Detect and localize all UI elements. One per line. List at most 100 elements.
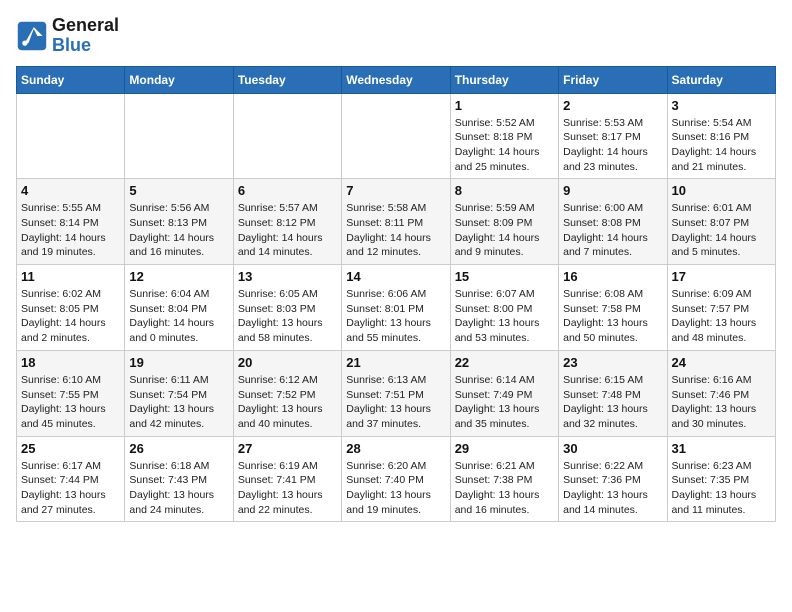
day-info: Sunrise: 6:14 AM Sunset: 7:49 PM Dayligh… <box>455 373 554 432</box>
calendar-cell: 1Sunrise: 5:52 AM Sunset: 8:18 PM Daylig… <box>450 93 558 179</box>
day-number: 17 <box>672 269 771 284</box>
day-number: 22 <box>455 355 554 370</box>
day-info: Sunrise: 6:00 AM Sunset: 8:08 PM Dayligh… <box>563 201 662 260</box>
calendar-week-5: 25Sunrise: 6:17 AM Sunset: 7:44 PM Dayli… <box>17 436 776 522</box>
calendar-cell: 11 Sunrise: 6:02 AM Sunset: 8:05 PM Dayli… <box>17 265 125 351</box>
day-info: Sunrise: 6:05 AM Sunset: 8:03 PM Dayligh… <box>238 287 337 346</box>
day-info: Sunrise: 6:09 AM Sunset: 7:57 PM Dayligh… <box>672 287 771 346</box>
day-info: Sunrise: 5:53 AM Sunset: 8:17 PM Dayligh… <box>563 116 662 175</box>
calendar-cell <box>17 93 125 179</box>
calendar-cell: 14 Sunrise: 6:06 AM Sunset: 8:01 PM Dayli… <box>342 265 450 351</box>
calendar-cell: 15 Sunrise: 6:07 AM Sunset: 8:00 PM Dayli… <box>450 265 558 351</box>
day-info: Sunrise: 6:15 AM Sunset: 7:48 PM Dayligh… <box>563 373 662 432</box>
calendar-cell: 21 Sunrise: 6:13 AM Sunset: 7:51 PM Dayli… <box>342 350 450 436</box>
col-header-saturday: Saturday <box>667 66 775 93</box>
day-info: Sunrise: 6:07 AM Sunset: 8:00 PM Dayligh… <box>455 287 554 346</box>
calendar-table: SundayMondayTuesdayWednesdayThursdayFrid… <box>16 66 776 523</box>
day-number: 16 <box>563 269 662 284</box>
day-number: 4 <box>21 183 120 198</box>
day-number: 3 <box>672 98 771 113</box>
calendar-cell: 7 Sunrise: 5:58 AM Sunset: 8:11 PM Daylig… <box>342 179 450 265</box>
day-number: 5 <box>129 183 228 198</box>
page-header: General Blue <box>16 16 776 56</box>
day-info: Sunrise: 5:57 AM Sunset: 8:12 PM Dayligh… <box>238 201 337 260</box>
col-header-sunday: Sunday <box>17 66 125 93</box>
day-info: Sunrise: 5:58 AM Sunset: 8:11 PM Dayligh… <box>346 201 445 260</box>
day-number: 8 <box>455 183 554 198</box>
calendar-cell: 16 Sunrise: 6:08 AM Sunset: 7:58 PM Dayli… <box>559 265 667 351</box>
day-info: Sunrise: 5:54 AM Sunset: 8:16 PM Dayligh… <box>672 116 771 175</box>
calendar-cell: 9 Sunrise: 6:00 AM Sunset: 8:08 PM Daylig… <box>559 179 667 265</box>
calendar-cell: 24 Sunrise: 6:16 AM Sunset: 7:46 PM Dayli… <box>667 350 775 436</box>
calendar-cell: 20Sunrise: 6:12 AM Sunset: 7:52 PM Dayli… <box>233 350 341 436</box>
logo: General Blue <box>16 16 119 56</box>
col-header-thursday: Thursday <box>450 66 558 93</box>
day-number: 30 <box>563 441 662 456</box>
day-number: 2 <box>563 98 662 113</box>
calendar-cell <box>125 93 233 179</box>
col-header-tuesday: Tuesday <box>233 66 341 93</box>
day-number: 21 <box>346 355 445 370</box>
calendar-cell: 19 Sunrise: 6:11 AM Sunset: 7:54 PM Dayli… <box>125 350 233 436</box>
calendar-cell: 27 Sunrise: 6:19 AM Sunset: 7:41 PM Dayli… <box>233 436 341 522</box>
calendar-cell: 17 Sunrise: 6:09 AM Sunset: 7:57 PM Dayli… <box>667 265 775 351</box>
day-number: 11 <box>21 269 120 284</box>
calendar-cell: 25Sunrise: 6:17 AM Sunset: 7:44 PM Dayli… <box>17 436 125 522</box>
day-info: Sunrise: 5:56 AM Sunset: 8:13 PM Dayligh… <box>129 201 228 260</box>
day-info: Sunrise: 6:04 AM Sunset: 8:04 PM Dayligh… <box>129 287 228 346</box>
day-info: Sunrise: 6:10 AM Sunset: 7:55 PM Dayligh… <box>21 373 120 432</box>
day-number: 15 <box>455 269 554 284</box>
day-info: Sunrise: 5:59 AM Sunset: 8:09 PM Dayligh… <box>455 201 554 260</box>
calendar-week-3: 11 Sunrise: 6:02 AM Sunset: 8:05 PM Dayli… <box>17 265 776 351</box>
calendar-week-1: 1Sunrise: 5:52 AM Sunset: 8:18 PM Daylig… <box>17 93 776 179</box>
day-info: Sunrise: 6:17 AM Sunset: 7:44 PM Dayligh… <box>21 459 120 518</box>
day-number: 19 <box>129 355 228 370</box>
calendar-cell: 13 Sunrise: 6:05 AM Sunset: 8:03 PM Dayli… <box>233 265 341 351</box>
day-info: Sunrise: 6:06 AM Sunset: 8:01 PM Dayligh… <box>346 287 445 346</box>
day-number: 7 <box>346 183 445 198</box>
day-number: 23 <box>563 355 662 370</box>
logo-icon <box>16 20 48 52</box>
day-number: 24 <box>672 355 771 370</box>
day-info: Sunrise: 6:19 AM Sunset: 7:41 PM Dayligh… <box>238 459 337 518</box>
calendar-cell: 4 Sunrise: 5:55 AM Sunset: 8:14 PM Daylig… <box>17 179 125 265</box>
day-info: Sunrise: 5:52 AM Sunset: 8:18 PM Dayligh… <box>455 116 554 175</box>
day-number: 14 <box>346 269 445 284</box>
day-info: Sunrise: 6:20 AM Sunset: 7:40 PM Dayligh… <box>346 459 445 518</box>
calendar-cell: 2 Sunrise: 5:53 AM Sunset: 8:17 PM Daylig… <box>559 93 667 179</box>
day-info: Sunrise: 6:23 AM Sunset: 7:35 PM Dayligh… <box>672 459 771 518</box>
calendar-cell: 30 Sunrise: 6:22 AM Sunset: 7:36 PM Dayli… <box>559 436 667 522</box>
calendar-cell: 31 Sunrise: 6:23 AM Sunset: 7:35 PM Dayli… <box>667 436 775 522</box>
day-info: Sunrise: 6:18 AM Sunset: 7:43 PM Dayligh… <box>129 459 228 518</box>
day-number: 9 <box>563 183 662 198</box>
calendar-cell <box>342 93 450 179</box>
day-number: 28 <box>346 441 445 456</box>
calendar-cell: 28 Sunrise: 6:20 AM Sunset: 7:40 PM Dayli… <box>342 436 450 522</box>
calendar-cell <box>233 93 341 179</box>
calendar-cell: 3 Sunrise: 5:54 AM Sunset: 8:16 PM Daylig… <box>667 93 775 179</box>
day-number: 20 <box>238 355 337 370</box>
day-number: 6 <box>238 183 337 198</box>
calendar-week-4: 18Sunrise: 6:10 AM Sunset: 7:55 PM Dayli… <box>17 350 776 436</box>
day-number: 13 <box>238 269 337 284</box>
col-header-wednesday: Wednesday <box>342 66 450 93</box>
day-number: 27 <box>238 441 337 456</box>
day-number: 29 <box>455 441 554 456</box>
calendar-cell: 6 Sunrise: 5:57 AM Sunset: 8:12 PM Daylig… <box>233 179 341 265</box>
calendar-cell: 10Sunrise: 6:01 AM Sunset: 8:07 PM Dayli… <box>667 179 775 265</box>
day-info: Sunrise: 6:13 AM Sunset: 7:51 PM Dayligh… <box>346 373 445 432</box>
day-info: Sunrise: 6:11 AM Sunset: 7:54 PM Dayligh… <box>129 373 228 432</box>
calendar-cell: 26Sunrise: 6:18 AM Sunset: 7:43 PM Dayli… <box>125 436 233 522</box>
calendar-cell: 5 Sunrise: 5:56 AM Sunset: 8:13 PM Daylig… <box>125 179 233 265</box>
day-number: 12 <box>129 269 228 284</box>
calendar-week-2: 4 Sunrise: 5:55 AM Sunset: 8:14 PM Daylig… <box>17 179 776 265</box>
day-info: Sunrise: 5:55 AM Sunset: 8:14 PM Dayligh… <box>21 201 120 260</box>
day-info: Sunrise: 6:08 AM Sunset: 7:58 PM Dayligh… <box>563 287 662 346</box>
day-info: Sunrise: 6:16 AM Sunset: 7:46 PM Dayligh… <box>672 373 771 432</box>
calendar-cell: 22 Sunrise: 6:14 AM Sunset: 7:49 PM Dayli… <box>450 350 558 436</box>
day-info: Sunrise: 6:22 AM Sunset: 7:36 PM Dayligh… <box>563 459 662 518</box>
calendar-cell: 18Sunrise: 6:10 AM Sunset: 7:55 PM Dayli… <box>17 350 125 436</box>
calendar-cell: 29Sunrise: 6:21 AM Sunset: 7:38 PM Dayli… <box>450 436 558 522</box>
day-info: Sunrise: 6:02 AM Sunset: 8:05 PM Dayligh… <box>21 287 120 346</box>
day-number: 31 <box>672 441 771 456</box>
